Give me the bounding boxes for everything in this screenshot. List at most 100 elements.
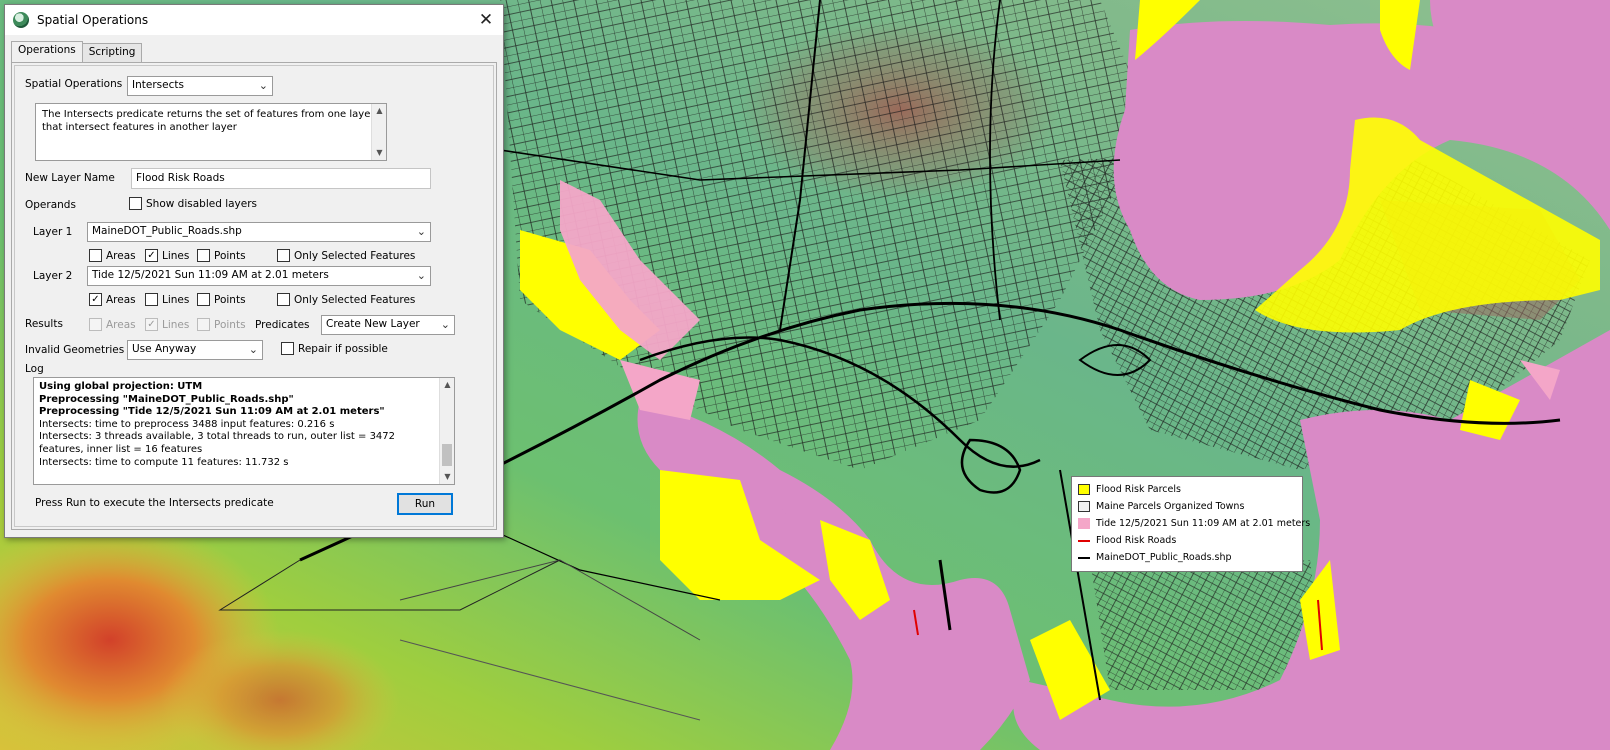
scroll-thumb[interactable]: [442, 444, 452, 466]
log-line: Intersects: time to preprocess 3488 inpu…: [39, 418, 335, 430]
invalid-geometries-label: Invalid Geometries: [25, 344, 125, 356]
new-layer-name-input[interactable]: Flood Risk Roads: [131, 168, 431, 189]
chevron-down-icon: ⌄: [248, 343, 258, 356]
chevron-down-icon: ⌄: [440, 318, 450, 331]
results-points-checkbox: Points: [197, 318, 246, 331]
log-label: Log: [25, 363, 44, 375]
checkbox-box: [145, 293, 158, 306]
tab-scripting[interactable]: Scripting: [81, 43, 143, 62]
log-text: Using global projection: UTM Preprocessi…: [39, 381, 449, 469]
dialog-title: Spatial Operations: [37, 13, 149, 27]
chevron-down-icon: ⌄: [416, 269, 426, 282]
check-icon: ✓: [145, 249, 158, 262]
checkbox-box: [277, 249, 290, 262]
scroll-up-icon[interactable]: ▲: [440, 378, 455, 392]
tab-operations[interactable]: Operations: [11, 41, 83, 62]
layer1-only-selected-checkbox[interactable]: Only Selected Features: [277, 249, 415, 262]
scroll-up-icon[interactable]: ▲: [372, 104, 387, 118]
chevron-down-icon: ⌄: [416, 225, 426, 238]
checkbox-box: [89, 318, 102, 331]
predicates-label: Predicates: [255, 319, 310, 331]
log-line: Intersects: 3 threads available, 3 total…: [39, 431, 396, 455]
legend-item-maine-parcels: Maine Parcels Organized Towns: [1078, 498, 1296, 515]
operation-value: Intersects: [132, 79, 184, 91]
checkbox-box: [129, 197, 142, 210]
checkbox-box: [197, 249, 210, 262]
scroll-down-icon[interactable]: ▼: [372, 146, 387, 160]
legend-label: Flood Risk Roads: [1096, 535, 1177, 546]
checkbox-label: Lines: [162, 293, 190, 306]
layer2-select[interactable]: Tide 12/5/2021 Sun 11:09 AM at 2.01 mete…: [87, 266, 431, 286]
legend-label: MaineDOT_Public_Roads.shp: [1096, 552, 1232, 563]
description-scrollbar[interactable]: ▲ ▼: [371, 104, 386, 160]
check-icon: ✓: [89, 293, 102, 306]
checkbox-label: Show disabled layers: [146, 197, 258, 210]
title-bar[interactable]: Spatial Operations ✕: [5, 5, 503, 35]
layer1-lines-checkbox[interactable]: ✓ Lines: [145, 249, 189, 262]
layer2-only-selected-checkbox[interactable]: Only Selected Features: [277, 293, 415, 306]
results-areas-checkbox: Areas: [89, 318, 136, 331]
repair-if-possible-checkbox[interactable]: Repair if possible: [281, 342, 388, 355]
legend-item-tide: Tide 12/5/2021 Sun 11:09 AM at 2.01 mete…: [1078, 515, 1310, 532]
layer1-value: MaineDOT_Public_Roads.shp: [92, 225, 242, 237]
checkbox-label: Areas: [106, 293, 136, 306]
checkbox-box: [281, 342, 294, 355]
operations-panel: Spatial Operations Intersects ⌄ The Inte…: [11, 62, 497, 530]
layer2-areas-checkbox[interactable]: ✓ Areas: [89, 293, 136, 306]
log-line: Preprocessing "MaineDOT_Public_Roads.shp…: [39, 393, 294, 405]
legend-label: Maine Parcels Organized Towns: [1096, 501, 1245, 512]
legend-swatch: [1078, 501, 1090, 512]
invalid-geometries-value: Use Anyway: [132, 343, 197, 355]
checkbox-label: Repair if possible: [298, 342, 388, 355]
spatial-operations-dialog: Spatial Operations ✕ Operations Scriptin…: [4, 4, 504, 538]
legend-swatch: [1078, 539, 1090, 542]
legend-swatch: [1078, 556, 1090, 559]
predicates-value: Create New Layer: [326, 318, 420, 330]
check-icon: ✓: [145, 318, 158, 331]
layer1-points-checkbox[interactable]: Points: [197, 249, 246, 262]
checkbox-label: Areas: [106, 318, 136, 331]
results-lines-checkbox: ✓ Lines: [145, 318, 189, 331]
layer1-areas-checkbox[interactable]: Areas: [89, 249, 136, 262]
scroll-down-icon[interactable]: ▼: [440, 470, 455, 484]
checkbox-label: Points: [214, 318, 246, 331]
checkbox-box: [197, 293, 210, 306]
layer1-label: Layer 1: [33, 226, 73, 238]
layer2-lines-checkbox[interactable]: Lines: [145, 293, 189, 306]
operation-description: The Intersects predicate returns the set…: [35, 103, 387, 161]
checkbox-label: Only Selected Features: [294, 249, 416, 262]
log-line: Preprocessing "Tide 12/5/2021 Sun 11:09 …: [39, 406, 385, 418]
run-button[interactable]: Run: [397, 493, 453, 515]
map-legend: Flood Risk Parcels Maine Parcels Organiz…: [1071, 476, 1310, 572]
predicates-select[interactable]: Create New Layer ⌄: [321, 315, 455, 335]
checkbox-label: Areas: [106, 249, 136, 262]
operation-select[interactable]: Intersects ⌄: [127, 76, 273, 96]
app-globe-icon: [13, 12, 29, 28]
log-output[interactable]: Using global projection: UTM Preprocessi…: [33, 377, 455, 485]
tab-strip: Operations Scripting: [5, 41, 503, 62]
operations-content: Spatial Operations Intersects ⌄ The Inte…: [14, 65, 494, 527]
checkbox-label: Lines: [162, 249, 190, 262]
legend-swatch: [1078, 518, 1090, 529]
layer2-value: Tide 12/5/2021 Sun 11:09 AM at 2.01 mete…: [92, 269, 329, 281]
checkbox-label: Points: [214, 293, 246, 306]
new-layer-label: New Layer Name: [25, 172, 115, 184]
status-text: Press Run to execute the Intersects pred…: [35, 497, 274, 509]
log-line: Using global projection: UTM: [39, 381, 203, 392]
invalid-geometries-select[interactable]: Use Anyway ⌄: [127, 340, 263, 360]
legend-item-flood-risk-roads: Flood Risk Roads: [1078, 532, 1296, 549]
checkbox-box: [89, 249, 102, 262]
legend-label: Flood Risk Parcels: [1096, 484, 1181, 495]
legend-label: Tide 12/5/2021 Sun 11:09 AM at 2.01 mete…: [1096, 518, 1311, 529]
chevron-down-icon: ⌄: [258, 79, 268, 92]
legend-item-flood-risk-parcels: Flood Risk Parcels: [1078, 481, 1296, 498]
layer1-select[interactable]: MaineDOT_Public_Roads.shp ⌄: [87, 222, 431, 242]
legend-item-public-roads: MaineDOT_Public_Roads.shp: [1078, 549, 1296, 566]
log-scrollbar[interactable]: ▲ ▼: [439, 378, 454, 484]
show-disabled-layers-checkbox[interactable]: Show disabled layers: [129, 197, 257, 210]
checkbox-label: Only Selected Features: [294, 293, 416, 306]
close-button[interactable]: ✕: [473, 7, 499, 33]
layer2-points-checkbox[interactable]: Points: [197, 293, 246, 306]
checkbox-box: [277, 293, 290, 306]
operation-label: Spatial Operations: [25, 78, 123, 90]
